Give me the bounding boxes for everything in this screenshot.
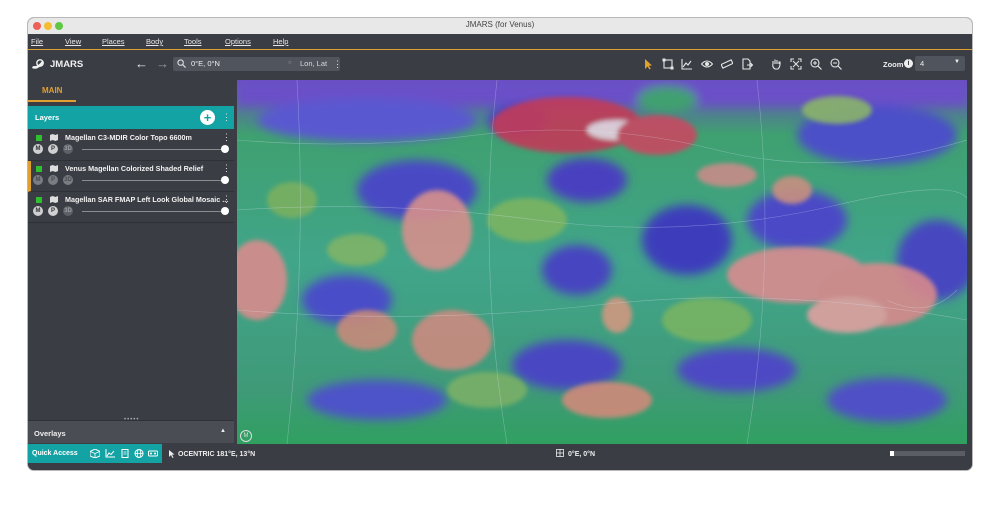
cube-icon[interactable]	[90, 449, 100, 458]
pan-hand-icon[interactable]	[770, 58, 782, 70]
location-search-input[interactable]: 0°E, 0°N ○ Lon, Lat	[173, 57, 340, 71]
map-icon	[50, 134, 58, 141]
layer-name: Magellan C3-MDIR Color Topo 6600m	[65, 133, 192, 142]
layer-visible-checkbox[interactable]	[36, 135, 42, 141]
opacity-slider-handle[interactable]	[221, 176, 229, 184]
layer-panner-toggle[interactable]: P	[48, 144, 58, 154]
layer-name: Magellan SAR FMAP Left Look Global Mosai…	[65, 195, 229, 204]
jmars-logo-icon	[32, 59, 44, 69]
map-icon	[50, 165, 58, 172]
layers-title: Layers	[35, 113, 60, 122]
map-badge[interactable]: M	[240, 430, 252, 442]
layer-row[interactable]: Venus Magellan Colorized Shaded Relief ⋮…	[28, 161, 234, 192]
ruler-icon[interactable]	[721, 58, 733, 70]
search-icon	[177, 59, 186, 68]
select-arrow-icon[interactable]	[642, 58, 654, 70]
layer-main-view-toggle[interactable]: M	[33, 175, 43, 185]
main-toolbar: JMARS ← → 0°E, 0°N ○ Lon, Lat ⋮ Zoom i 4…	[28, 50, 972, 80]
title-bar: JMARS (for Venus)	[28, 18, 972, 35]
zoom-select[interactable]: 4 ▼	[915, 56, 965, 71]
layer-kebab-icon[interactable]: ⋮	[222, 133, 231, 142]
layer-main-view-toggle[interactable]: M	[33, 144, 43, 154]
map-icon	[50, 196, 58, 203]
center-crosshair-icon	[556, 449, 564, 457]
app-window: JMARS (for Venus) File View Places Body …	[28, 18, 972, 470]
menu-options[interactable]: Options	[225, 37, 251, 46]
layer-kebab-icon[interactable]: ⋮	[222, 195, 231, 204]
info-icon[interactable]: i	[904, 59, 913, 68]
chevron-up-icon[interactable]: ▲	[220, 428, 226, 434]
layer-row[interactable]: Magellan SAR FMAP Left Look Global Mosai…	[28, 192, 234, 223]
search-placeholder: Lon, Lat	[300, 59, 328, 68]
menu-view[interactable]: View	[65, 37, 81, 46]
center-coordinate: 0°E, 0°N	[568, 451, 595, 458]
quick-access-label: Quick Access	[32, 450, 78, 457]
menu-body[interactable]: Body	[146, 37, 163, 46]
layers-menu-kebab-icon[interactable]: ⋮	[222, 113, 231, 122]
zoom-value: 4	[920, 59, 925, 68]
layers-header: Layers + ⋮	[28, 106, 234, 129]
zoom-in-icon[interactable]	[810, 58, 822, 70]
tab-main-label: MAIN	[42, 86, 63, 95]
opacity-slider-track[interactable]	[82, 149, 224, 150]
opacity-slider-track[interactable]	[82, 211, 224, 212]
layer-panner-toggle[interactable]: P	[48, 175, 58, 185]
document-icon[interactable]	[120, 449, 130, 458]
search-options-kebab-icon[interactable]: ⋮	[333, 60, 342, 69]
export-icon[interactable]	[741, 58, 753, 70]
eye-icon[interactable]	[701, 58, 713, 70]
chevron-down-icon: ▼	[954, 59, 960, 65]
layer-visible-checkbox[interactable]	[36, 166, 42, 172]
chart-icon[interactable]	[105, 449, 115, 458]
search-value: 0°E, 0°N	[191, 59, 220, 68]
layer-3d-toggle[interactable]: 3D	[63, 175, 73, 185]
cursor-coordinate: OCENTRIC 181°E, 13°N	[178, 451, 256, 458]
opacity-slider-handle[interactable]	[221, 145, 229, 153]
clear-icon[interactable]: ○	[288, 60, 292, 66]
overlays-title: Overlays	[34, 429, 66, 438]
progress-bar	[890, 451, 965, 456]
layer-3d-toggle[interactable]: 3D	[63, 206, 73, 216]
layer-main-view-toggle[interactable]: M	[33, 206, 43, 216]
opacity-slider-handle[interactable]	[221, 207, 229, 215]
overlays-header[interactable]: Overlays ▲	[28, 420, 234, 443]
app-name: JMARS	[50, 59, 84, 70]
zoom-out-icon[interactable]	[830, 58, 842, 70]
cursor-icon	[169, 450, 175, 458]
layer-kebab-icon[interactable]: ⋮	[222, 164, 231, 173]
layer-name: Venus Magellan Colorized Shaded Relief	[65, 164, 204, 173]
back-arrow-icon[interactable]: ←	[135, 57, 148, 71]
add-layer-button[interactable]: +	[200, 110, 215, 125]
fit-icon[interactable]	[790, 58, 802, 70]
layer-3d-toggle[interactable]: 3D	[63, 144, 73, 154]
chart-icon[interactable]	[681, 58, 693, 70]
venus-map-view[interactable]: M	[237, 80, 967, 444]
menu-places[interactable]: Places	[102, 37, 125, 46]
globe-icon[interactable]	[134, 449, 144, 458]
forward-arrow-icon[interactable]: →	[156, 57, 169, 71]
progress-fill	[890, 451, 894, 456]
opacity-slider-track[interactable]	[82, 180, 224, 181]
quick-access-bar: Quick Access	[28, 444, 162, 463]
resize-icon[interactable]	[662, 58, 674, 70]
layer-visible-checkbox[interactable]	[36, 197, 42, 203]
layer-panner-toggle[interactable]: P	[48, 206, 58, 216]
venus-map-image	[237, 80, 967, 444]
status-bar: Quick Access OCENTRIC 181°E, 13°N 0°E, 0…	[28, 444, 972, 470]
layer-row[interactable]: Magellan C3-MDIR Color Topo 6600m ⋮ M P …	[28, 130, 234, 161]
vr-goggles-icon[interactable]	[148, 449, 158, 458]
window-title: JMARS (for Venus)	[465, 20, 535, 29]
menu-file[interactable]: File	[31, 37, 43, 46]
tab-main[interactable]: MAIN	[28, 80, 76, 102]
left-panel: MAIN Layers + ⋮ Magellan C3-MDIR Color T…	[28, 80, 234, 443]
menu-bar: File View Places Body Tools Options Help	[28, 34, 972, 50]
zoom-label: Zoom	[883, 60, 904, 69]
menu-help[interactable]: Help	[273, 37, 288, 46]
menu-tools[interactable]: Tools	[184, 37, 202, 46]
